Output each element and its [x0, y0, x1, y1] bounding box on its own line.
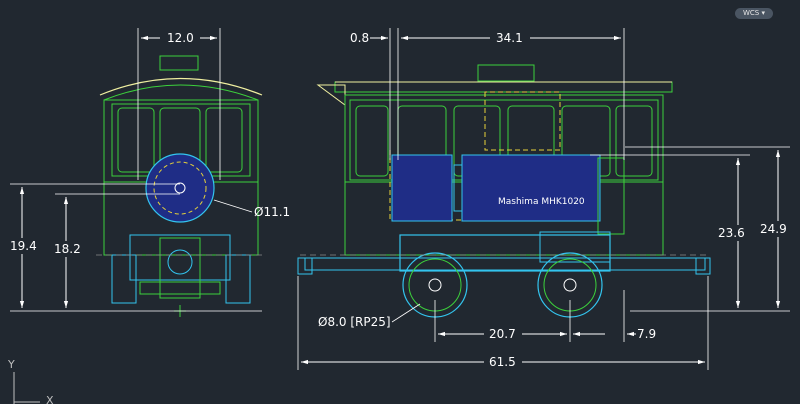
chevron-down-icon: ▾	[761, 9, 765, 17]
overhang-dimension: 7.9	[637, 327, 656, 341]
front-height-inner-dimension: 18.2	[54, 242, 81, 256]
side-offset-dimension: 0.8	[350, 31, 369, 45]
front-height-outer-dimension: 19.4	[10, 239, 37, 253]
side-height-outer-dimension: 24.9	[760, 222, 787, 236]
wcs-label: WCS	[742, 9, 760, 17]
motor-diameter-dimension: Ø11.1	[254, 205, 290, 219]
ucs-y-label: Y	[7, 358, 15, 371]
wheel-diameter-dimension: Ø8.0 [RP25]	[318, 315, 391, 329]
wheelbase-dimension: 20.7	[489, 327, 516, 341]
front-width-dimension: 12.0	[167, 31, 194, 45]
wcs-selector-button[interactable]: WCS ▾	[735, 8, 773, 19]
motor-label: Mashima MHK1020	[498, 197, 585, 207]
overall-length-dimension: 61.5	[489, 355, 516, 369]
side-length-top-dimension: 34.1	[496, 31, 523, 45]
front-view	[96, 55, 263, 317]
cad-viewport[interactable]: 12.0 Ø11.1 19.4 18.2 Mashima MHK1020 0.8…	[0, 0, 800, 404]
front-view-dimensions: 12.0 Ø11.1 19.4 18.2	[8, 28, 290, 312]
ucs-icon: Y X	[7, 358, 54, 404]
side-height-inner-dimension: 23.6	[718, 226, 745, 240]
ucs-x-label: X	[46, 394, 54, 404]
side-view: Mashima MHK1020	[297, 64, 711, 318]
